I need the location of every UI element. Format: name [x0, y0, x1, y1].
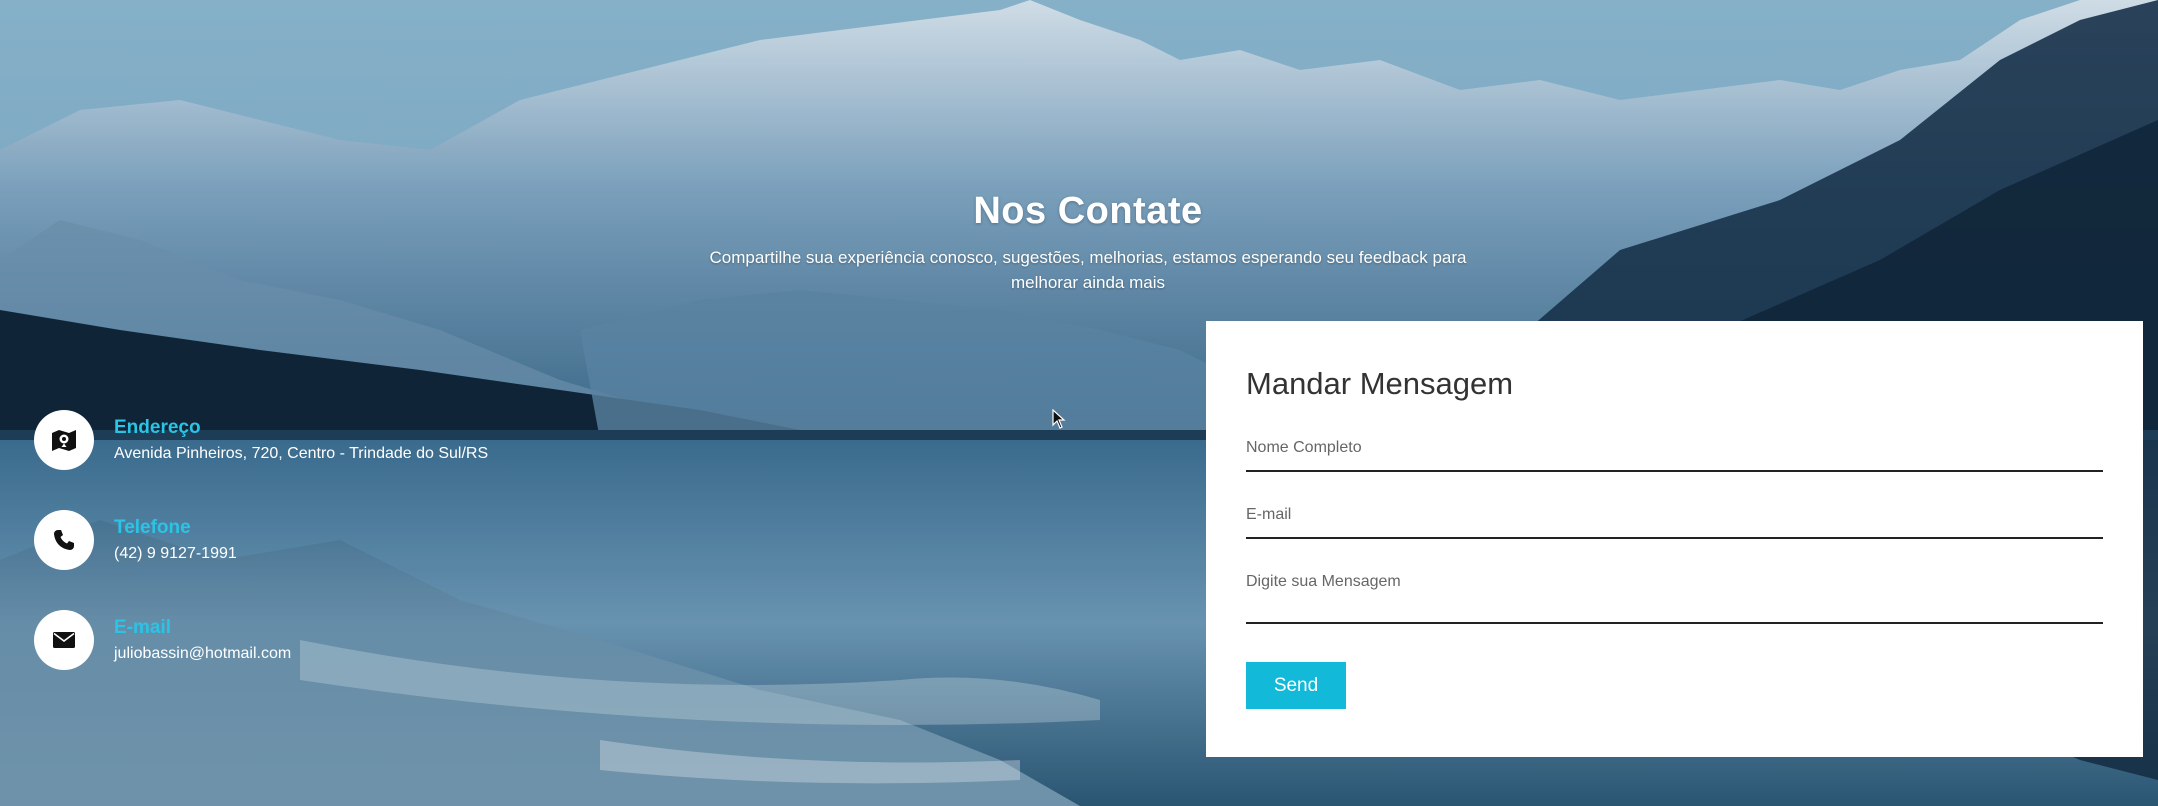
email-text: E-mail juliobassin@hotmail.com: [114, 615, 291, 666]
contact-info-email: E-mail juliobassin@hotmail.com: [34, 610, 488, 670]
message-field[interactable]: [1246, 573, 2103, 591]
email-label: E-mail: [114, 616, 172, 638]
contact-info-phone: Telefone (42) 9 9127-1991: [34, 510, 488, 570]
mouse-cursor-icon: [1052, 409, 1066, 429]
email-field-wrapper: [1246, 492, 2103, 539]
name-field[interactable]: [1246, 439, 2103, 457]
message-form: Mandar Mensagem Send: [1206, 321, 2143, 757]
page-subtitle: Compartilhe sua experiência conosco, sug…: [709, 248, 1467, 292]
form-title: Mandar Mensagem: [1246, 366, 1514, 401]
phone-text: Telefone (42) 9 9127-1991: [114, 515, 237, 566]
page-title: Nos Contate: [973, 190, 1203, 232]
phone-label: Telefone: [114, 516, 191, 538]
message-field-wrapper: [1246, 559, 2103, 624]
email-value[interactable]: juliobassin@hotmail.com: [114, 642, 291, 666]
send-button[interactable]: Send: [1246, 662, 1346, 709]
phone-icon: [34, 510, 94, 570]
address-text: Endereço Avenida Pinheiros, 720, Centro …: [114, 415, 488, 466]
phone-value: (42) 9 9127-1991: [114, 544, 237, 562]
address-value: Avenida Pinheiros, 720, Centro - Trindad…: [114, 444, 489, 462]
contact-header: Nos Contate Compartilhe sua experiência …: [0, 190, 2158, 295]
address-label: Endereço: [114, 416, 201, 438]
contact-info-address: Endereço Avenida Pinheiros, 720, Centro …: [34, 410, 488, 470]
name-field-wrapper: [1246, 425, 2103, 472]
map-icon: [34, 410, 94, 470]
envelope-icon: [34, 610, 94, 670]
contact-info: Endereço Avenida Pinheiros, 720, Centro …: [34, 410, 488, 710]
email-field[interactable]: [1246, 506, 2103, 524]
